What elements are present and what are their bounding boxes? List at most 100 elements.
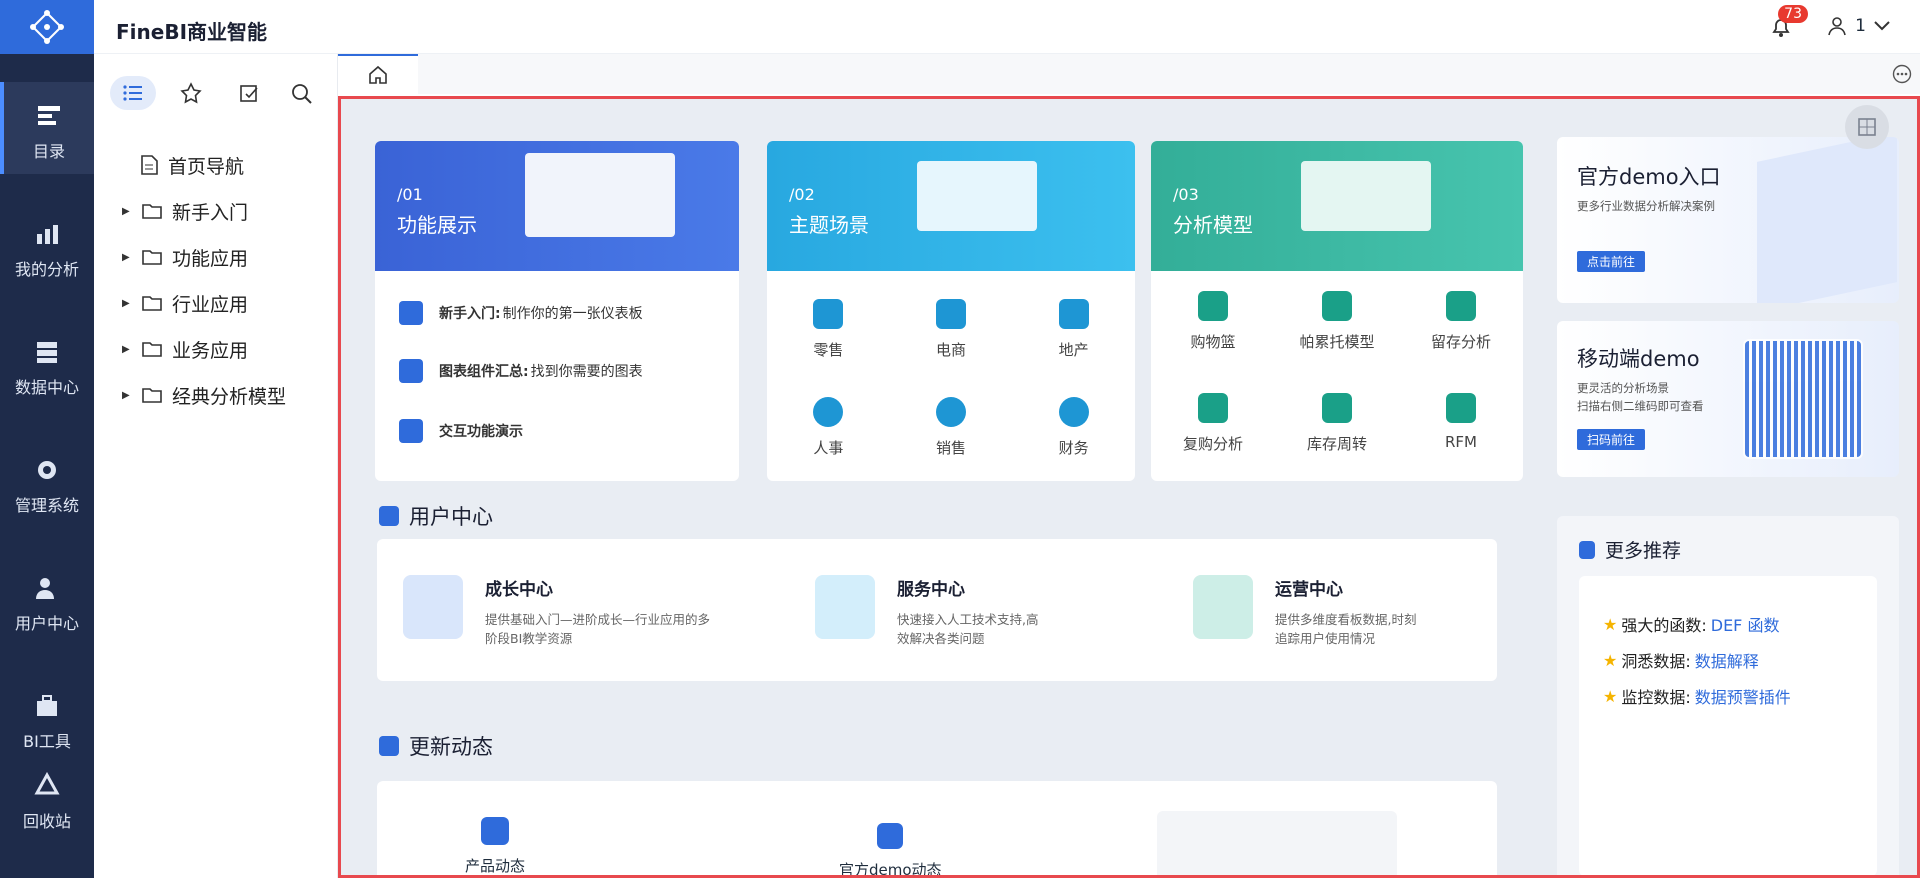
home-icon <box>369 65 387 84</box>
go-demo-button[interactable]: 点击前往 <box>1577 251 1646 272</box>
card-banner: /01 功能展示 <box>375 141 739 271</box>
model-repurchase[interactable]: 复购分析 <box>1173 393 1253 454</box>
illustration <box>917 161 1037 231</box>
search-icon[interactable] <box>290 82 314 106</box>
nav-my-analysis[interactable]: 我的分析 <box>0 200 94 292</box>
star-icon: ★ <box>1603 686 1618 706</box>
card-feature-showcase[interactable]: /01 功能展示 新手入门: 制作你的第一张仪表板 图表组件汇总: 找到你需要的图表… <box>375 141 739 481</box>
section-user-center: 用户中心 <box>379 501 493 531</box>
model-inventory[interactable]: 库存周转 <box>1297 393 1377 454</box>
updates-panel: 产品动态 官方demo动态 <box>377 781 1497 875</box>
card-theme-scenes[interactable]: /02 主题场景 零售 电商 地产 人事 销售 财务 <box>767 141 1135 481</box>
nav-bi-tools[interactable]: BI工具 <box>0 672 94 752</box>
mail-icon <box>379 736 399 756</box>
notification-badge: 73 <box>1778 5 1808 23</box>
growth-center[interactable]: 成长中心 提供基础入门—进阶成长—行业应用的多阶段BI教学资源 <box>403 575 721 648</box>
section-updates: 更新动态 <box>379 731 493 761</box>
chevron-down-icon <box>1874 21 1890 31</box>
illustration <box>1301 161 1431 231</box>
link-charts[interactable]: 图表组件汇总: 找到你需要的图表 <box>399 359 643 383</box>
folder-icon <box>142 342 162 357</box>
bookmark-icon <box>1579 540 1595 559</box>
list-icon <box>123 85 142 101</box>
operation-center[interactable]: 运营中心 提供多维度看板数据,时刻追踪用户使用情况 <box>1193 575 1425 648</box>
caret-right-icon: ▶ <box>122 343 130 355</box>
nav-recycle-bin[interactable]: 回收站 <box>0 758 94 848</box>
nav-catalog[interactable]: 目录 <box>0 82 94 174</box>
scene-realestate[interactable]: 地产 <box>1034 299 1114 360</box>
user-menu[interactable]: 1 <box>1827 16 1890 36</box>
caret-right-icon: ▶ <box>122 205 130 217</box>
scene-finance[interactable]: 财务 <box>1034 397 1114 458</box>
tree-item-folder[interactable]: ▶ 新手入门 <box>122 188 286 234</box>
model-retention[interactable]: 留存分析 <box>1421 291 1501 352</box>
favorites-tab[interactable] <box>168 76 214 110</box>
caret-right-icon: ▶ <box>122 389 130 401</box>
user-center-icon <box>379 506 399 526</box>
link-beginner[interactable]: 新手入门: 制作你的第一张仪表板 <box>399 301 643 325</box>
star-icon: ★ <box>1603 650 1618 670</box>
tree-item-home-nav[interactable]: 首页导航 <box>122 142 286 188</box>
model-rfm[interactable]: RFM <box>1421 393 1501 454</box>
scene-hr[interactable]: 人事 <box>788 397 868 458</box>
recommendations-panel: 更多推荐 ★ 强大的函数: DEF 函数 ★ 洞悉数据: 数据解释 ★ 监控数据: 数据预警… <box>1557 516 1899 875</box>
scan-button[interactable]: 扫码前往 <box>1577 429 1646 450</box>
official-demo-card[interactable]: 官方demo入口 更多行业数据分析解决案例 点击前往 <box>1557 137 1899 303</box>
list-view-tab[interactable] <box>110 76 156 110</box>
layout-toggle-button[interactable] <box>1845 105 1889 149</box>
tree-item-folder[interactable]: ▶ 经典分析模型 <box>122 372 286 418</box>
tab-bar <box>338 54 1920 94</box>
star-icon <box>180 82 202 104</box>
more-icon[interactable] <box>1892 64 1912 84</box>
user-icon <box>36 578 54 599</box>
folder-icon <box>142 204 162 219</box>
product-updates[interactable]: 产品动态 <box>465 817 525 875</box>
top-bar: FineBI商业智能 73 1 <box>94 0 1920 54</box>
nav-data-center[interactable]: 数据中心 <box>0 318 94 410</box>
catalog-panel: 首页导航 ▶ 新手入门 ▶ 功能应用 ▶ 行业应用 ▶ 业务应用 ▶ 经典分析模型 <box>94 54 338 878</box>
tree-item-folder[interactable]: ▶ 业务应用 <box>122 326 286 372</box>
left-navigation: 目录 我的分析 数据中心 管理系统 用户中心 BI工具 回收站 <box>0 0 94 878</box>
folder-icon <box>142 296 162 311</box>
scene-sales[interactable]: 销售 <box>911 397 991 458</box>
tree-item-folder[interactable]: ▶ 行业应用 <box>122 280 286 326</box>
link-interaction[interactable]: 交互功能演示 <box>399 419 523 443</box>
nav-user-center[interactable]: 用户中心 <box>0 554 94 646</box>
dashboard-icon <box>399 301 423 325</box>
model-basket[interactable]: 购物篮 <box>1173 291 1253 352</box>
scene-retail[interactable]: 零售 <box>788 299 868 360</box>
demo-updates[interactable]: 官方demo动态 <box>839 823 942 875</box>
scene-ecommerce[interactable]: 电商 <box>911 299 991 360</box>
caret-right-icon: ▶ <box>122 297 130 309</box>
card-analysis-models[interactable]: /03 分析模型 购物篮 帕累托模型 留存分析 复购分析 库存周转 RFM <box>1151 141 1523 481</box>
mobile-demo-card[interactable]: 移动端demo 更灵活的分析场景 扫描右侧二维码即可查看 扫码前往 <box>1557 321 1899 477</box>
grid-icon <box>1858 118 1876 136</box>
star-icon: ★ <box>1603 614 1618 634</box>
nav-admin[interactable]: 管理系统 <box>0 436 94 528</box>
chat-icon <box>815 575 875 639</box>
rec-alert-plugin[interactable]: ★ 监控数据: 数据预警插件 <box>1603 684 1791 708</box>
rec-functions[interactable]: ★ 强大的函数: DEF 函数 <box>1603 612 1779 636</box>
user-center-panel: 成长中心 提供基础入门—进阶成长—行业应用的多阶段BI教学资源 服务中心 快速接入人… <box>377 539 1497 681</box>
app-logo[interactable] <box>0 0 94 54</box>
ruler-icon <box>1193 575 1253 639</box>
illustration <box>1157 811 1397 875</box>
recycle-icon <box>34 772 60 795</box>
rec-data-explain[interactable]: ★ 洞悉数据: 数据解释 <box>1603 648 1759 672</box>
catalog-icon <box>38 106 60 125</box>
growth-icon <box>403 575 463 639</box>
edit-tab[interactable] <box>226 76 272 110</box>
tree-item-folder[interactable]: ▶ 功能应用 <box>122 234 286 280</box>
tab-home[interactable] <box>338 54 418 94</box>
home-content: /01 功能展示 新手入门: 制作你的第一张仪表板 图表组件汇总: 找到你需要的图表… <box>338 96 1920 878</box>
card-banner: /02 主题场景 <box>767 141 1135 271</box>
model-pareto[interactable]: 帕累托模型 <box>1297 291 1377 352</box>
illustration <box>525 153 675 237</box>
folder-icon <box>142 250 162 265</box>
card-banner: /03 分析模型 <box>1151 141 1523 271</box>
user-icon <box>1828 17 1846 36</box>
caret-right-icon: ▶ <box>122 251 130 263</box>
bar-chart-icon <box>399 359 423 383</box>
demo-screens-illustration <box>1757 137 1897 303</box>
service-center[interactable]: 服务中心 快速接入人工技术支持,高效解决各类问题 <box>815 575 1047 648</box>
